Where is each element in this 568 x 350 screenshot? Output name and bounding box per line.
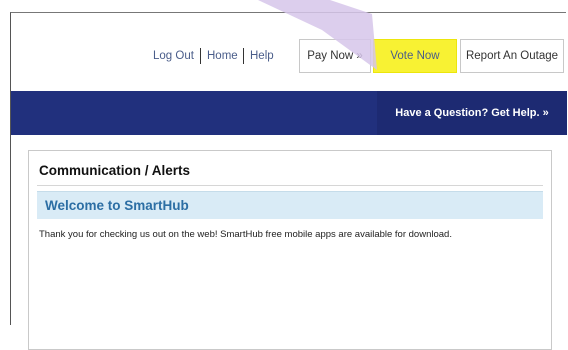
header-banner: Have a Question? Get Help. »	[11, 91, 567, 135]
get-help-link[interactable]: Have a Question? Get Help. »	[377, 91, 567, 135]
welcome-heading: Welcome to SmartHub	[45, 198, 189, 213]
communication-alerts-panel: Communication / Alerts Welcome to SmartH…	[28, 150, 552, 350]
annotation-arrow-icon	[258, 0, 377, 70]
welcome-message: Thank you for checking us out on the web…	[39, 229, 452, 240]
panel-title: Communication / Alerts	[39, 163, 191, 178]
welcome-alert: Welcome to SmartHub	[37, 191, 543, 219]
panel-divider	[37, 185, 543, 186]
